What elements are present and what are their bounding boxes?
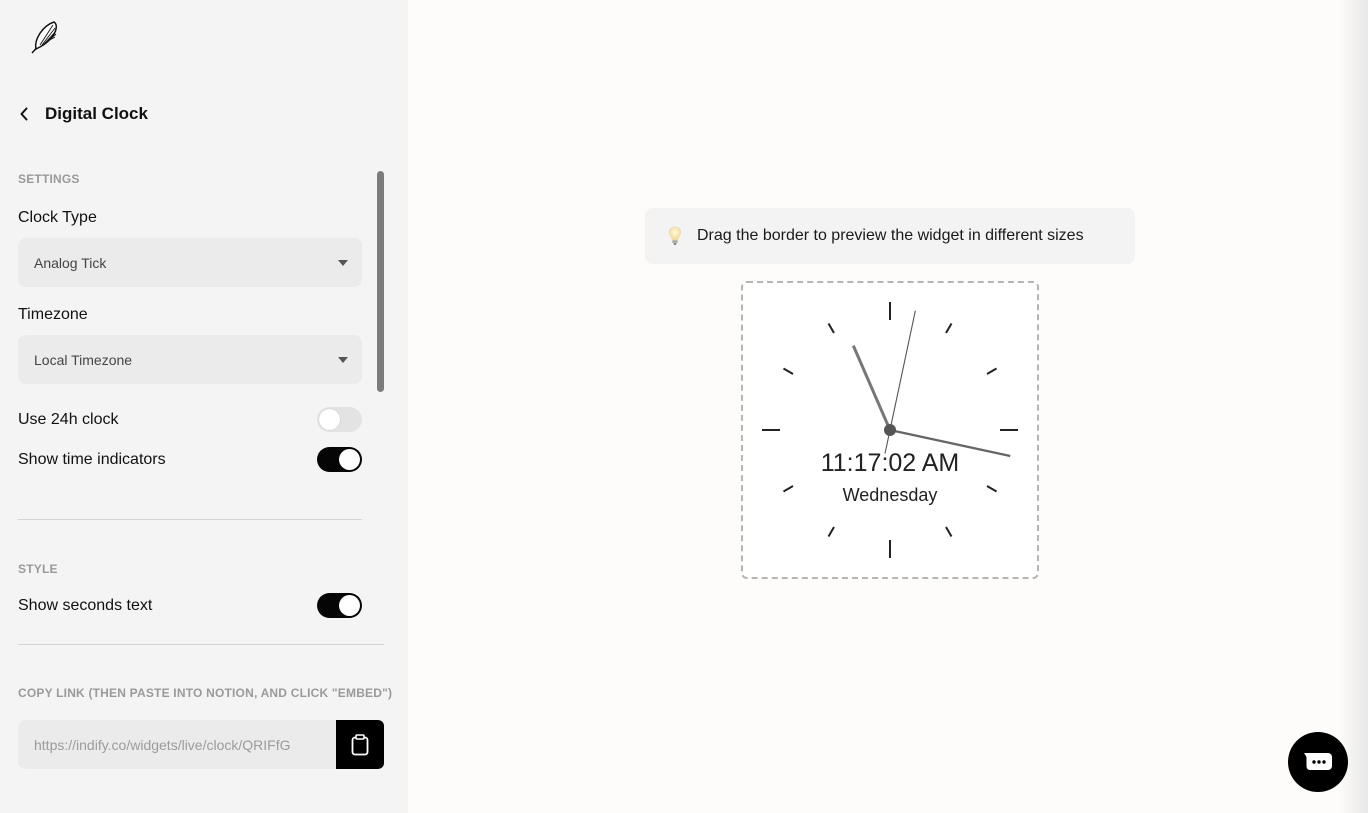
clock-time-text: 11:17:02 AM (820, 449, 960, 477)
clipboard-icon (351, 733, 369, 755)
hour-tick (782, 367, 794, 375)
divider (18, 519, 362, 520)
clock-type-label: Clock Type (18, 209, 97, 226)
show-indicators-row: Show time indicators (18, 447, 362, 472)
caret-down-icon (338, 259, 348, 266)
resize-edge-shadow (1338, 0, 1368, 813)
hour-hand (851, 345, 892, 431)
hour-tick (945, 322, 953, 334)
timezone-value: Local Timezone (34, 351, 133, 368)
copy-link-label: COPY LINK (THEN PASTE INTO NOTION, AND C… (18, 686, 393, 700)
toggle-knob (319, 409, 340, 430)
chat-button[interactable] (1288, 732, 1348, 792)
use-24h-label: Use 24h clock (18, 410, 119, 428)
toggle-knob (339, 595, 360, 616)
resize-hint-banner: Drag the border to preview the widget in… (645, 208, 1135, 264)
settings-section-label: SETTINGS (18, 172, 80, 186)
timezone-label: Timezone (18, 306, 88, 323)
hour-tick (945, 526, 953, 538)
timezone-select[interactable]: Local Timezone (18, 335, 362, 384)
chevron-left-icon (20, 107, 28, 121)
style-section-label: STYLE (18, 562, 58, 576)
clock-type-value: Analog Tick (34, 254, 107, 271)
divider (18, 644, 384, 645)
analog-clock-face (762, 302, 1018, 558)
clock-day-text: Wednesday (842, 485, 938, 505)
toggle-knob (339, 449, 360, 470)
hour-tick (827, 526, 835, 538)
page-title: Digital Clock (45, 104, 148, 123)
use-24h-row: Use 24h clock (18, 407, 362, 432)
lightbulb-icon (668, 226, 682, 245)
hour-tick (986, 367, 998, 375)
chat-bubble-icon (1304, 753, 1332, 770)
clock-type-select[interactable]: Analog Tick (18, 238, 362, 287)
clock-widget-preview[interactable]: 11:17:02 AM Wednesday (741, 281, 1039, 579)
show-indicators-toggle[interactable] (317, 447, 362, 472)
sidebar: Digital Clock SETTINGS Clock Type Analog… (0, 0, 408, 813)
embed-url-input[interactable] (18, 720, 336, 769)
clock-center-dot (884, 424, 896, 436)
feather-icon[interactable] (24, 18, 64, 58)
use-24h-toggle[interactable] (317, 407, 362, 432)
copy-link-row (18, 720, 384, 769)
copy-link-button[interactable] (336, 720, 384, 769)
show-seconds-label: Show seconds text (18, 596, 153, 614)
header-row: Digital Clock (14, 100, 148, 128)
show-seconds-row: Show seconds text (18, 593, 362, 618)
hour-tick (827, 322, 835, 334)
sidebar-scrollbar[interactable] (377, 171, 384, 392)
show-indicators-label: Show time indicators (18, 450, 166, 468)
show-seconds-toggle[interactable] (317, 593, 362, 618)
caret-down-icon (338, 356, 348, 363)
back-button[interactable] (14, 100, 34, 128)
hint-text: Drag the border to preview the widget in… (697, 227, 1084, 244)
